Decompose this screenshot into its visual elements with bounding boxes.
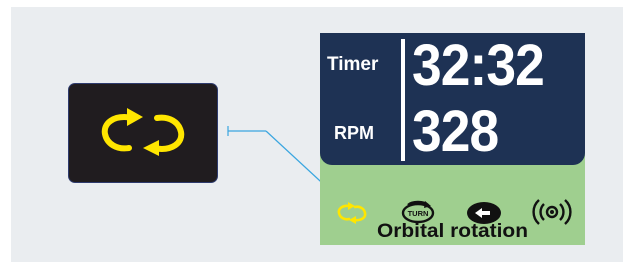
active-mode-label: Orbital rotation — [377, 221, 528, 242]
orbital-rotation-large-icon — [101, 108, 185, 156]
shaker-device: TURN Orbital rotation Timer RPM 32:32 32… — [320, 33, 585, 245]
svg-text:TURN: TURN — [408, 209, 429, 218]
orbital-rotation-callout — [68, 83, 218, 183]
display-divider — [401, 39, 405, 161]
status-display: Timer RPM 32:32 328 — [320, 33, 585, 165]
rpm-value: 328 — [412, 99, 499, 164]
timer-label: Timer — [327, 54, 379, 75]
timer-value: 32:32 — [412, 33, 545, 98]
rpm-label: RPM — [334, 123, 374, 143]
